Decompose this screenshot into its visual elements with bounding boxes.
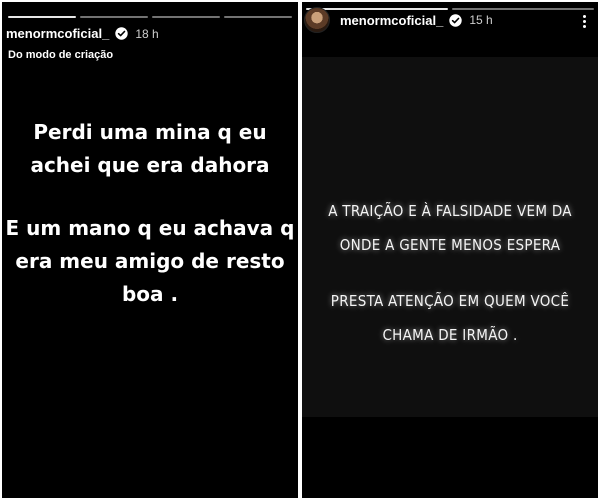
- profile-avatar[interactable]: [304, 7, 330, 33]
- progress-segment: [8, 16, 76, 18]
- text-line: PRESTA ATENÇÃO EM QUEM VOCÊ: [330, 292, 570, 310]
- verified-badge-icon: [115, 27, 129, 40]
- story-header: menormcoficial_ 18 h: [6, 26, 159, 41]
- text-line: Perdi uma mina q eu: [33, 120, 267, 144]
- story-progress-bar: [8, 16, 292, 18]
- verified-badge-icon: [449, 13, 463, 27]
- text-line: A TRAIÇÃO E À FALSIDADE VEM DA: [328, 202, 572, 220]
- text-line: CHAMA DE IRMÃO .: [382, 326, 518, 344]
- progress-segment: [80, 16, 148, 18]
- text-line: era meu amigo de resto: [15, 249, 285, 273]
- post-time: 15 h: [469, 13, 493, 27]
- more-options-icon[interactable]: [583, 15, 586, 28]
- story-right[interactable]: menormcoficial_ 15 h A TRAIÇÃO E À FALSI…: [302, 2, 598, 498]
- progress-segment: [152, 16, 220, 18]
- story-text-paragraph-2: E um mano q eu achava q era meu amigo de…: [2, 212, 298, 311]
- post-time: 18 h: [135, 26, 159, 41]
- story-text-paragraph-1: Perdi uma mina q eu achei que era dahora: [2, 116, 298, 182]
- text-line: boa .: [121, 282, 179, 306]
- story-text-paragraph-2: PRESTA ATENÇÃO EM QUEM VOCÊ CHAMA DE IRM…: [302, 284, 598, 352]
- text-line: achei que era dahora: [30, 153, 270, 177]
- text-line: ONDE A GENTE MENOS ESPERA: [339, 236, 561, 254]
- username[interactable]: menormcoficial_: [6, 26, 109, 41]
- story-text-paragraph-1: A TRAIÇÃO E À FALSIDADE VEM DA ONDE A GE…: [302, 194, 598, 262]
- story-left[interactable]: menormcoficial_ 18 h Do modo de criação …: [2, 2, 298, 498]
- username[interactable]: menormcoficial_: [340, 13, 443, 28]
- story-subtitle[interactable]: Do modo de criação: [8, 49, 113, 61]
- text-line: E um mano q eu achava q: [5, 216, 295, 240]
- story-header: menormcoficial_ 15 h: [304, 7, 596, 33]
- progress-segment: [224, 16, 292, 18]
